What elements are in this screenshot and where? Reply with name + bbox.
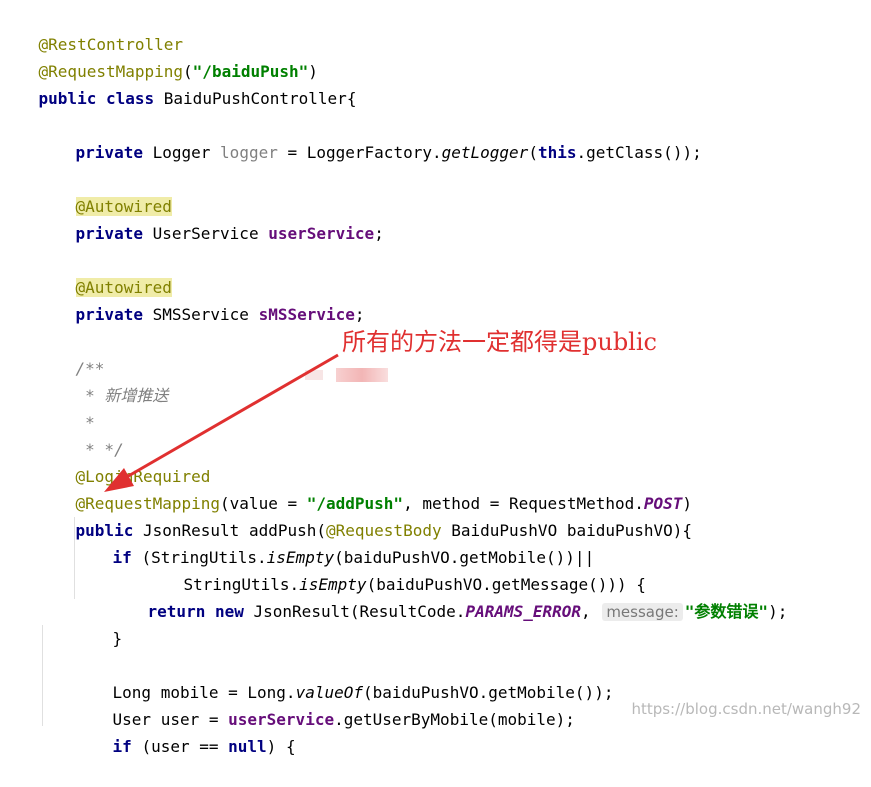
code-line[interactable]: if (StringUtils.isEmpty(baiduPushVO.getM… <box>74 517 594 544</box>
field-sms-service: sMSService <box>259 305 355 324</box>
code-line[interactable]: * */ <box>37 409 124 436</box>
field-logger: logger <box>220 143 278 162</box>
keyword-return: return <box>148 602 206 621</box>
code-text: (user == <box>141 737 228 756</box>
code-line[interactable]: Long mobile = Long.valueOf(baiduPushVO.g… <box>74 652 613 679</box>
code-line[interactable]: @Autowired <box>37 247 172 274</box>
keyword-private: private <box>76 305 143 324</box>
code-line[interactable]: /** <box>37 328 104 355</box>
paren: ( <box>528 143 538 162</box>
brace: { <box>347 89 357 108</box>
code-line[interactable]: private UserService userService; <box>37 193 384 220</box>
semicolon: ; <box>374 224 384 243</box>
class-name: BaiduPushController <box>164 89 347 108</box>
brace: } <box>113 629 123 648</box>
code-editor[interactable]: @RestController @RequestMapping("/baiduP… <box>0 0 871 726</box>
type-logger: Logger <box>153 143 211 162</box>
code-line[interactable]: * 新增推送 <box>37 355 168 382</box>
code-line[interactable]: StringUtils.isEmpty(baiduPushVO.getMessa… <box>145 544 646 571</box>
keyword-class: class <box>106 89 154 108</box>
code-text: ); <box>768 602 787 621</box>
type-sms-service: SMSService <box>153 305 249 324</box>
type-user-service: UserService <box>153 224 259 243</box>
code-line[interactable]: User user = userService.getUserByMobile(… <box>74 679 575 706</box>
code-line[interactable]: private SMSService sMSService; <box>37 274 365 301</box>
code-line[interactable]: if (user == null) { <box>74 706 296 733</box>
keyword-private: private <box>76 224 143 243</box>
keyword-private: private <box>76 143 143 162</box>
blurred-region <box>305 370 323 380</box>
field-user-service: userService <box>268 224 374 243</box>
comma: , <box>581 602 591 621</box>
code-text: ) { <box>267 737 296 756</box>
keyword-public: public <box>39 89 97 108</box>
constant-params-error: PARAMS_ERROR <box>465 602 581 621</box>
code-line[interactable]: @LoginRequired <box>37 436 210 463</box>
watermark: https://blog.csdn.net/wangh92 <box>631 700 861 718</box>
code-text: .getUserByMobile(mobile); <box>334 710 575 729</box>
code-line[interactable]: } <box>74 598 122 625</box>
keyword-new: new <box>215 602 244 621</box>
blurred-region <box>336 368 388 382</box>
indent-guide <box>42 625 43 726</box>
parameter-hint: message: <box>602 603 682 621</box>
code-text: = LoggerFactory. <box>278 143 442 162</box>
code-text: JsonResult(ResultCode. <box>254 602 466 621</box>
string-error-message: "参数错误" <box>685 602 768 621</box>
code-line[interactable]: public JsonResult addPush(@RequestBody B… <box>37 490 692 517</box>
code-line[interactable]: @RequestMapping(value = "/addPush", meth… <box>37 463 692 490</box>
code-line[interactable]: public class BaiduPushController{ <box>0 58 356 85</box>
code-text: .getClass()); <box>576 143 701 162</box>
code-line[interactable]: return new JsonResult(ResultCode.PARAMS_… <box>109 571 787 598</box>
keyword-if: if <box>113 548 132 567</box>
method-get-logger: getLogger <box>442 143 529 162</box>
code-line[interactable]: private Logger logger = LoggerFactory.ge… <box>37 112 702 139</box>
code-line[interactable]: @Autowired <box>37 166 172 193</box>
keyword-this: this <box>538 143 577 162</box>
code-line[interactable]: @RestController <box>0 4 183 31</box>
keyword-null: null <box>228 737 267 756</box>
callout-text: 所有的方法一定都得是public <box>342 322 657 357</box>
code-line[interactable]: * <box>37 382 95 409</box>
code-line[interactable]: @RequestMapping("/baiduPush") <box>0 31 318 58</box>
keyword-if: if <box>113 737 132 756</box>
